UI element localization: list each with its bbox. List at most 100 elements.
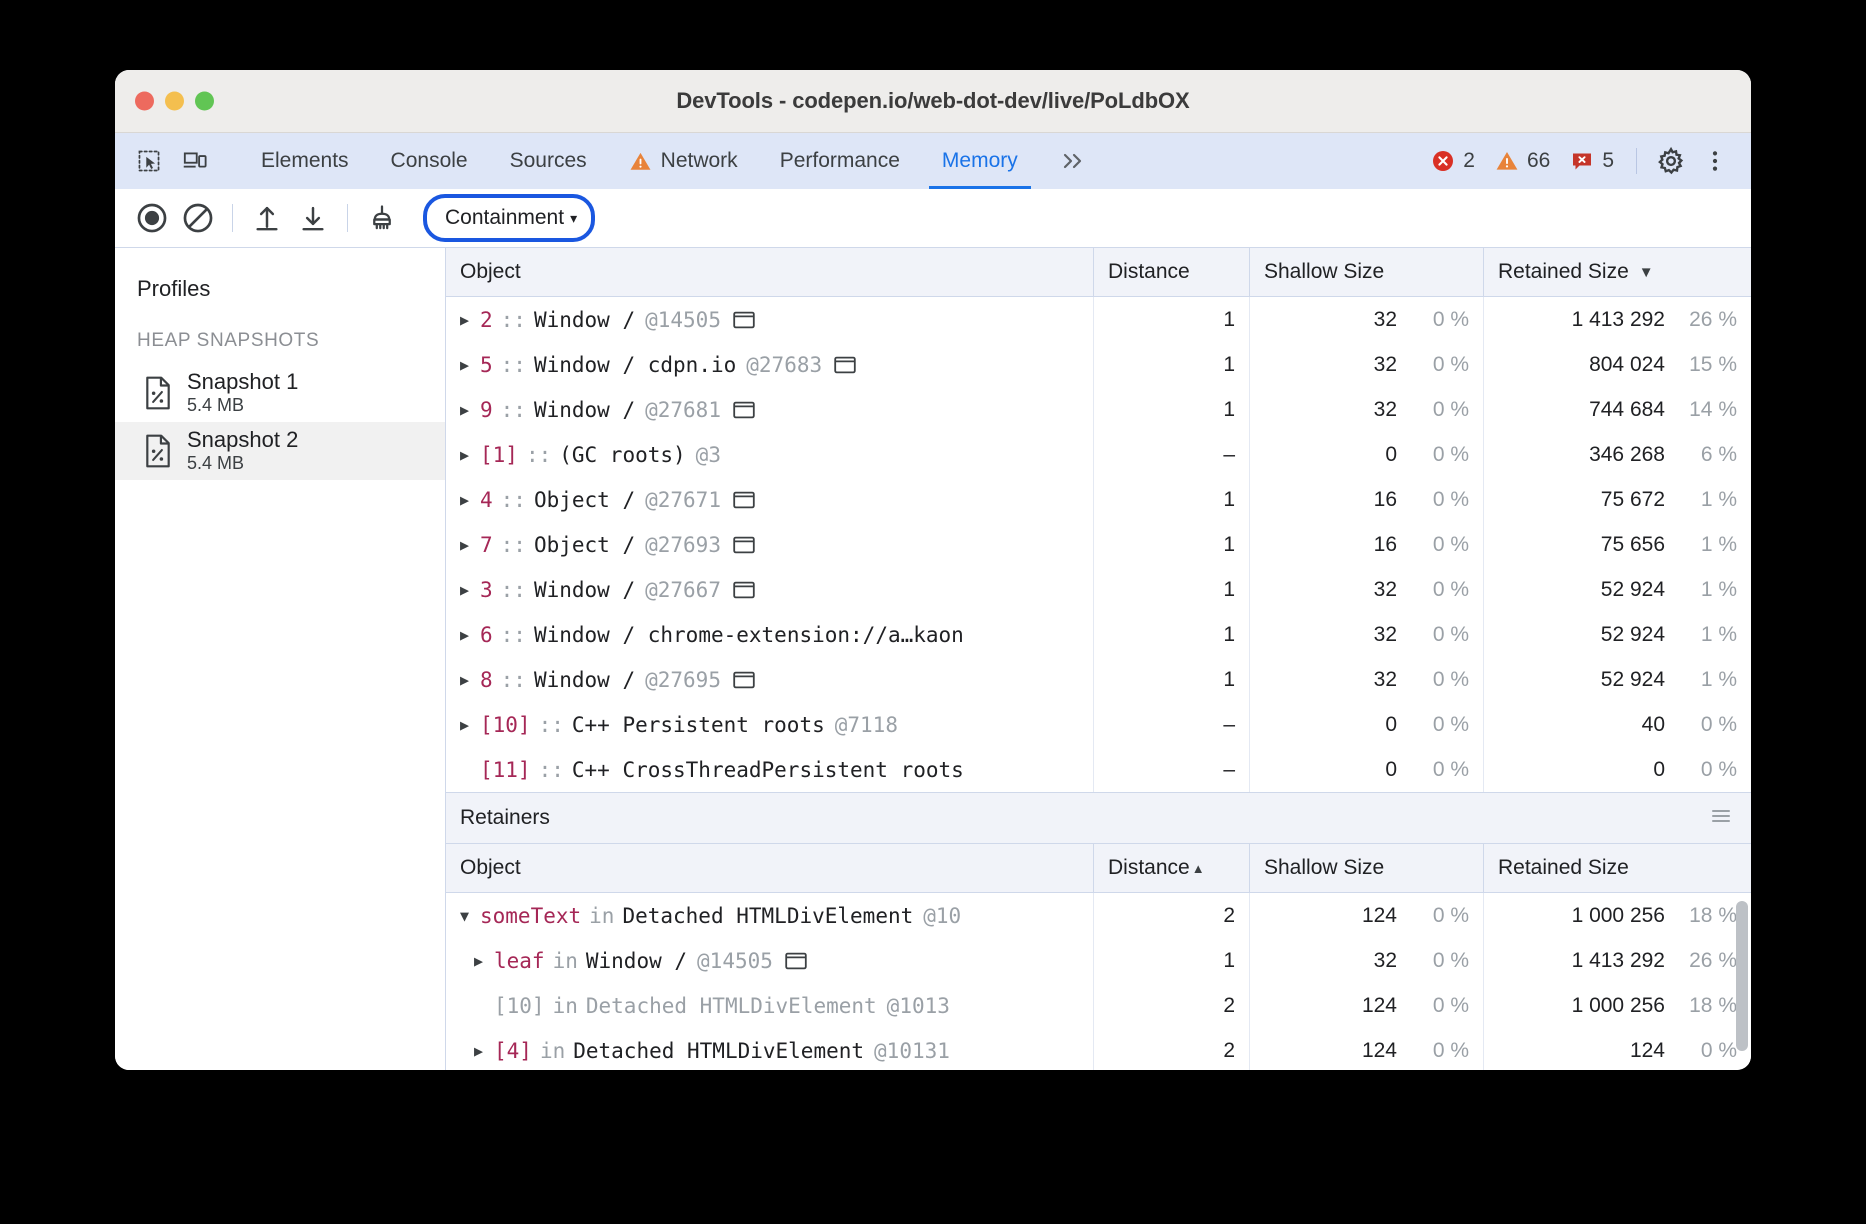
error-circle-icon [1431,149,1455,173]
expand-triangle-icon[interactable]: ▶ [460,581,480,599]
distance-cell: 1 [1093,657,1249,702]
tab-elements[interactable]: Elements [240,133,370,189]
load-profile-button[interactable] [244,195,290,241]
table-row[interactable]: ▶4::Object /@276711160 %75 6721 % [446,477,1751,522]
retained-size-cell: 52 9241 % [1483,657,1751,702]
issue-count-badge[interactable]: 5 [1562,149,1622,173]
shallow-size: 124 [1362,1039,1397,1063]
kebab-menu-icon[interactable] [1695,141,1735,181]
hamburger-menu-icon[interactable] [1709,806,1733,830]
warning-count-badge[interactable]: 66 [1487,149,1558,173]
column-header-retained-size[interactable]: Retained Size [1483,844,1751,892]
snapshot-item-2[interactable]: Snapshot 2 5.4 MB [115,422,445,480]
view-mode-select[interactable]: Containment ▾ [423,194,595,242]
column-label: Shallow Size [1264,260,1384,284]
shallow-size-percent: 0 % [1413,533,1469,557]
containment-grid-body: ▶2::Window /@145051320 %1 413 29226 %▶5:… [446,297,1751,792]
expand-triangle-icon[interactable]: ▶ [474,1042,494,1060]
shallow-size-percent: 0 % [1413,488,1469,512]
more-tabs-icon[interactable] [1039,133,1105,189]
column-header-retained-size[interactable]: Retained Size ▼ [1483,248,1751,296]
zoom-button[interactable] [195,92,214,111]
collect-garbage-button[interactable] [359,195,405,241]
close-button[interactable] [135,92,154,111]
retained-size: 75 672 [1601,488,1665,512]
column-header-object[interactable]: Object [446,248,1093,296]
shallow-size: 32 [1374,308,1397,332]
table-row[interactable]: ▶8::Window /@276951320 %52 9241 % [446,657,1751,702]
distance-value: 1 [1223,668,1235,692]
inspect-element-icon[interactable] [129,141,169,181]
tab-memory[interactable]: Memory [921,133,1039,189]
distance-cell: 1 [1093,567,1249,612]
table-row[interactable]: [10]inDetached HTMLDivElement@101321240 … [446,983,1751,1028]
shallow-size: 16 [1374,488,1397,512]
expand-triangle-icon[interactable]: ▶ [460,446,480,464]
tab-label: Console [391,149,468,173]
table-row[interactable]: ▶6::Window / chrome-extension://a…kaon13… [446,612,1751,657]
devtools-tabbar: Elements Console Sources Network [115,133,1751,189]
object-cell: [11]::C++ CrossThreadPersistent roots [446,747,1093,792]
table-row[interactable]: ▶leafinWindow /@145051320 %1 413 29226 % [446,938,1751,983]
expand-triangle-icon[interactable]: ▶ [460,671,480,689]
retained-size: 52 924 [1601,578,1665,602]
error-count-badge[interactable]: 2 [1423,149,1483,173]
retained-size-percent: 1 % [1681,668,1737,692]
table-row[interactable]: ▶3::Window /@276671320 %52 9241 % [446,567,1751,612]
tab-list: Elements Console Sources Network [240,133,1105,189]
table-row[interactable]: ▼someTextinDetached HTMLDivElement@10212… [446,893,1751,938]
table-row[interactable]: ▶5::Window / cdpn.io@276831320 %804 0241… [446,342,1751,387]
distance-cell: 1 [1093,387,1249,432]
expand-triangle-icon[interactable]: ▶ [474,952,494,970]
object-name: (GC roots) [559,443,685,467]
retained-size-percent: 1 % [1681,533,1737,557]
table-row[interactable]: ▶2::Window /@145051320 %1 413 29226 % [446,297,1751,342]
shallow-size: 32 [1374,668,1397,692]
table-row[interactable]: ▶[1]::(GC roots)@3–00 %346 2686 % [446,432,1751,477]
retainers-scrollbar[interactable] [1736,901,1748,1051]
retainer-owner: Detached HTMLDivElement [573,1039,864,1063]
tab-performance[interactable]: Performance [759,133,921,189]
snapshot-file-icon [143,376,173,410]
expand-triangle-icon[interactable]: ▶ [460,491,480,509]
expand-triangle-icon[interactable]: ▼ [460,907,480,925]
minimize-button[interactable] [165,92,184,111]
expand-triangle-icon[interactable]: ▶ [460,716,480,734]
column-header-distance[interactable]: Distance ▲ [1093,844,1249,892]
record-heap-snapshot-button[interactable] [129,195,175,241]
tab-label: Performance [780,149,900,173]
column-header-shallow-size[interactable]: Shallow Size [1249,844,1483,892]
gear-icon[interactable] [1651,141,1691,181]
table-row[interactable]: ▶9::Window /@276811320 %744 68414 % [446,387,1751,432]
expand-triangle-icon[interactable]: ▶ [460,356,480,374]
expand-triangle-icon[interactable]: ▶ [460,536,480,554]
expand-triangle-icon[interactable]: ▶ [460,401,480,419]
column-header-object[interactable]: Object [446,844,1093,892]
column-header-shallow-size[interactable]: Shallow Size [1249,248,1483,296]
retained-size: 346 268 [1589,443,1665,467]
snapshot-item-1[interactable]: Snapshot 1 5.4 MB [115,364,445,422]
save-profile-button[interactable] [290,195,336,241]
separator: :: [531,758,572,782]
column-header-distance[interactable]: Distance [1093,248,1249,296]
tab-sources[interactable]: Sources [489,133,608,189]
retained-size: 804 024 [1589,353,1665,377]
table-row[interactable]: ▶7::Object /@276931160 %75 6561 % [446,522,1751,567]
expand-triangle-icon[interactable]: ▶ [460,311,480,329]
retainer-owner: Window / [586,949,687,973]
tab-console[interactable]: Console [370,133,489,189]
heap-snapshots-section-label: HEAP SNAPSHOTS [115,316,445,364]
tab-network[interactable]: Network [608,133,759,189]
object-name: Window / [534,398,635,422]
device-toolbar-icon[interactable] [175,141,215,181]
table-row[interactable]: [11]::C++ CrossThreadPersistent roots–00… [446,747,1751,792]
object-cell: [10]inDetached HTMLDivElement@1013 [446,983,1093,1028]
expand-triangle-icon[interactable]: ▶ [460,626,480,644]
retained-size-percent: 0 % [1681,713,1737,737]
table-row[interactable]: ▶[10]::C++ Persistent roots@7118–00 %400… [446,702,1751,747]
retainer-property: [10] [494,994,545,1018]
object-index: 9 [480,398,493,422]
table-row[interactable]: ▶[4]inDetached HTMLDivElement@1013121240… [446,1028,1751,1070]
clear-button[interactable] [175,195,221,241]
in-keyword: in [545,949,586,973]
